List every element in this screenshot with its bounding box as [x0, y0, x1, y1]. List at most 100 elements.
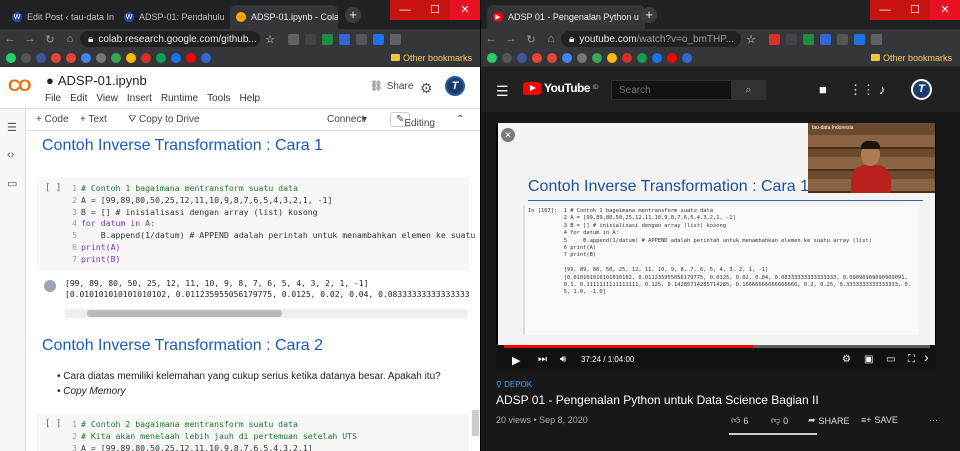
search-button[interactable]: ⌕ [731, 80, 766, 100]
close-window-button[interactable]: ✕ [930, 0, 960, 20]
bell-icon[interactable]: ♪ [879, 82, 886, 97]
extension-icon[interactable] [390, 33, 401, 45]
forward-icon[interactable]: → [20, 33, 40, 45]
back-icon[interactable]: ← [481, 33, 501, 45]
tab-edit-post[interactable]: W Edit Post ‹ tau-data In × [6, 5, 116, 29]
menu-view[interactable]: View [96, 93, 118, 104]
volume-icon[interactable]: 🔊︎ [560, 354, 566, 365]
gear-icon[interactable]: ⚙ [842, 354, 851, 365]
miniplayer-icon[interactable]: ▣ [864, 354, 873, 365]
reload-icon[interactable]: ↻ [521, 33, 541, 46]
menu-runtime[interactable]: Runtime [161, 93, 198, 104]
dislike-button[interactable]: 👎︎ 0 [771, 415, 788, 426]
bookmark-icon[interactable] [126, 52, 136, 63]
gear-icon[interactable]: ⚙ [420, 80, 433, 97]
minimize-button[interactable]: — [870, 0, 900, 20]
apps-icon[interactable]: ⋮⋮ [849, 82, 875, 98]
youtube-icon[interactable] [186, 52, 196, 63]
whatsapp-icon[interactable] [6, 52, 16, 63]
extension-icon[interactable] [356, 33, 367, 45]
star-icon[interactable]: ☆ [260, 33, 280, 46]
bookmark-icon[interactable] [51, 52, 61, 63]
maximize-button[interactable]: ☐ [420, 0, 450, 20]
menu-help[interactable]: Help [239, 93, 260, 104]
colab-logo[interactable]: CO [8, 76, 31, 96]
create-video-icon[interactable]: ■ [819, 82, 827, 97]
connect-button[interactable]: Connect [327, 114, 364, 125]
google-icon[interactable] [81, 52, 91, 63]
fullscreen-icon[interactable]: ⛶ [908, 354, 915, 365]
like-button[interactable]: 👍︎ 6 [731, 415, 748, 426]
code-snippets-icon[interactable]: ‹› [7, 149, 14, 161]
tab-adsp-pendahuluan[interactable]: W ADSP-01: Pendahulu × [118, 5, 228, 29]
address-bar[interactable]: 🔒︎ colab.research.google.com/github... [80, 31, 260, 47]
notebook-title[interactable]: ● ADSP-01.ipynb [46, 73, 147, 88]
more-icon[interactable]: ⋯ [929, 415, 938, 426]
bookmark-icon[interactable] [592, 52, 602, 63]
add-text-button[interactable]: + Text [80, 114, 107, 125]
close-window-button[interactable]: ✕ [450, 0, 480, 20]
forward-icon[interactable]: → [501, 33, 521, 45]
tab-youtube[interactable]: ▶ ADSP 01 - Pengenalan Python u × [487, 5, 645, 29]
chevron-right-icon[interactable]: › [924, 349, 929, 365]
bookmark-icon[interactable] [36, 52, 46, 63]
bookmark-icon[interactable] [21, 52, 31, 63]
code-cell[interactable]: [ ] 1 # Contoh 1 bagaimana mentransform s… [37, 178, 475, 270]
youtube-icon[interactable] [667, 52, 677, 63]
bookmark-icon[interactable] [607, 52, 617, 63]
chevron-up-icon[interactable]: ⌃ [456, 114, 464, 125]
share-button[interactable]: ⛓ Share [370, 81, 413, 92]
extension-icon[interactable] [803, 33, 814, 45]
bookmark-icon[interactable] [532, 52, 542, 63]
progress-bar[interactable] [504, 345, 930, 348]
horizontal-scrollbar[interactable] [65, 309, 467, 318]
menu-edit[interactable]: Edit [70, 93, 87, 104]
run-cell-button[interactable]: [ ] [45, 419, 61, 429]
bookmark-icon[interactable] [141, 52, 151, 63]
bookmark-icon[interactable] [111, 52, 121, 63]
extension-icon[interactable] [288, 33, 299, 45]
video-player[interactable]: Contoh Inverse Transformation : Cara 1 I… [496, 123, 936, 370]
address-bar[interactable]: 🔒︎ youtube.com/watch?v=o_bmTHP... [561, 31, 741, 47]
home-icon[interactable]: ⌂ [541, 33, 561, 45]
extension-icon[interactable] [837, 33, 848, 45]
location-tag[interactable]: ⚲ DEPOK [496, 380, 532, 389]
google-icon[interactable] [562, 52, 572, 63]
theater-mode-icon[interactable]: ▭ [886, 354, 895, 365]
extension-icon[interactable] [786, 33, 797, 45]
code-cell[interactable]: [ ] 1 # Contoh 2 bagaimana mentransform s… [37, 414, 469, 451]
bookmark-icon[interactable] [577, 52, 587, 63]
star-icon[interactable]: ☆ [741, 33, 761, 46]
code-editor[interactable]: 1 # Contoh 2 bagaimana mentransform suatu… [65, 419, 357, 451]
tab-colab-notebook[interactable]: ∞ ADSP-01.ipynb - Cola × [230, 5, 338, 29]
toc-icon[interactable]: ☰ [7, 121, 17, 134]
extension-icon[interactable] [820, 33, 831, 45]
minimize-button[interactable]: — [390, 0, 420, 20]
bookmark-icon[interactable] [682, 52, 692, 63]
extension-icon[interactable] [769, 33, 780, 45]
bookmark-icon[interactable] [201, 52, 211, 63]
chevron-down-icon[interactable]: ▾ [362, 114, 367, 125]
other-bookmarks[interactable]: Other bookmarks [870, 53, 952, 63]
code-editor[interactable]: 1 # Contoh 1 bagaimana mentransform suatu… [65, 183, 475, 266]
save-button[interactable]: ≡+ SAVE [861, 415, 898, 425]
menu-file[interactable]: File [45, 93, 61, 104]
menu-icon[interactable]: ☰ [496, 83, 509, 100]
bookmark-icon[interactable] [171, 52, 181, 63]
editing-button[interactable]: ✎ Editing [390, 112, 435, 129]
maximize-button[interactable]: ☐ [900, 0, 930, 20]
bookmark-icon[interactable] [502, 52, 512, 63]
bookmark-icon[interactable] [637, 52, 647, 63]
bookmark-icon[interactable] [156, 52, 166, 63]
bookmark-icon[interactable] [652, 52, 662, 63]
extension-icon[interactable] [305, 33, 316, 45]
extension-icon[interactable] [854, 33, 865, 45]
menu-tools[interactable]: Tools [207, 93, 230, 104]
back-icon[interactable]: ← [0, 33, 20, 45]
extension-icon[interactable] [339, 33, 350, 45]
vertical-scrollbar[interactable] [472, 410, 479, 436]
bookmark-icon[interactable] [622, 52, 632, 63]
play-icon[interactable]: ▶ [512, 354, 520, 367]
avatar[interactable]: T [445, 76, 465, 96]
whatsapp-icon[interactable] [487, 52, 497, 63]
